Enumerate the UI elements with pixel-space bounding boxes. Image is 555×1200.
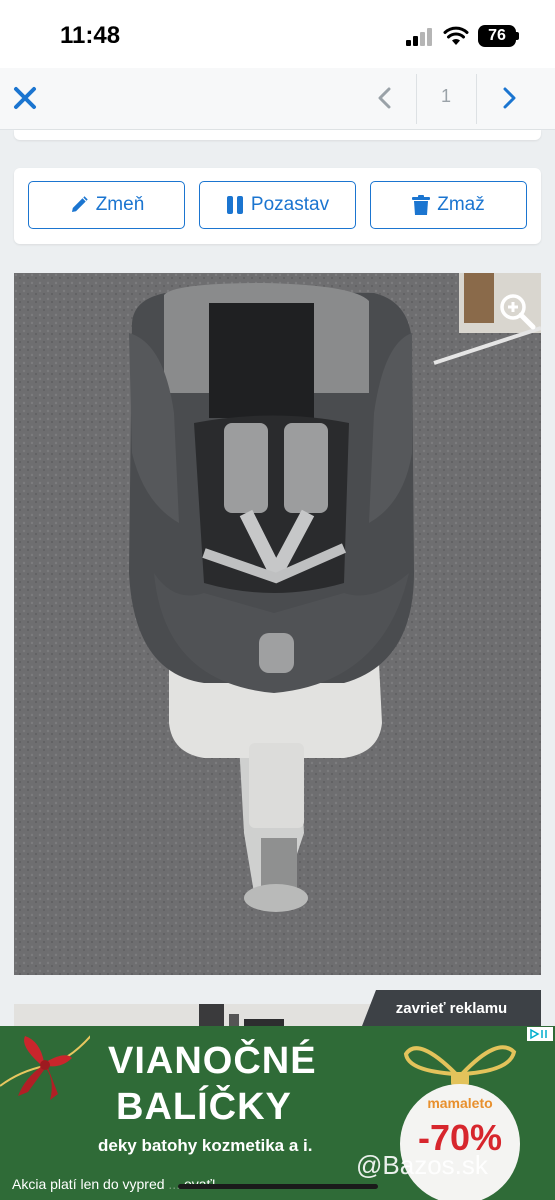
gallery-nav-bar: 1 [0,68,555,130]
ad-title-line1: VIANOČNÉ [108,1040,317,1082]
pause-button-label: Pozastav [250,194,330,215]
nav-divider [476,74,477,124]
home-indicator[interactable] [178,1184,378,1189]
listing-photo[interactable] [14,273,541,975]
close-ad-button[interactable]: zavrieť reklamu [362,990,541,1026]
ad-actions-card: Zmeň Pozastav Zmaž [14,168,541,244]
wifi-icon [443,26,469,45]
previous-arrow-icon[interactable] [372,85,398,111]
cellular-signal-icon [406,28,434,46]
edit-button[interactable]: Zmeň [28,181,185,229]
zoom-in-icon[interactable] [497,291,537,331]
pause-icon [226,196,243,214]
bazos-watermark: @Bazos.sk [356,1150,488,1180]
close-icon[interactable] [12,85,38,111]
delete-button[interactable]: Zmaž [370,181,527,229]
previous-card-fragment [14,130,541,140]
car-seat-image [14,273,541,975]
ad-brand: mamaleto [427,1095,492,1111]
ad-choices-icon[interactable] [527,1027,553,1041]
status-bar: 11:48 76 [0,0,555,68]
battery-tip [516,32,519,40]
ad-footnote-start: Akcia platí len do vypred [12,1176,165,1192]
trash-icon [412,194,431,215]
next-arrow-icon[interactable] [496,85,522,111]
pause-button[interactable]: Pozastav [199,181,356,229]
status-time: 11:48 [60,22,121,49]
ad-title-line2: BALÍČKY [116,1086,292,1128]
page-number: 1 [440,86,451,106]
pencil-icon [71,196,88,212]
red-bow-icon [0,1035,90,1100]
delete-button-label: Zmaž [437,194,485,215]
ad-subtitle: deky batohy kozmetika a i. [98,1136,313,1155]
edit-button-label: Zmeň [95,194,145,215]
battery-level: 76 [478,25,516,47]
